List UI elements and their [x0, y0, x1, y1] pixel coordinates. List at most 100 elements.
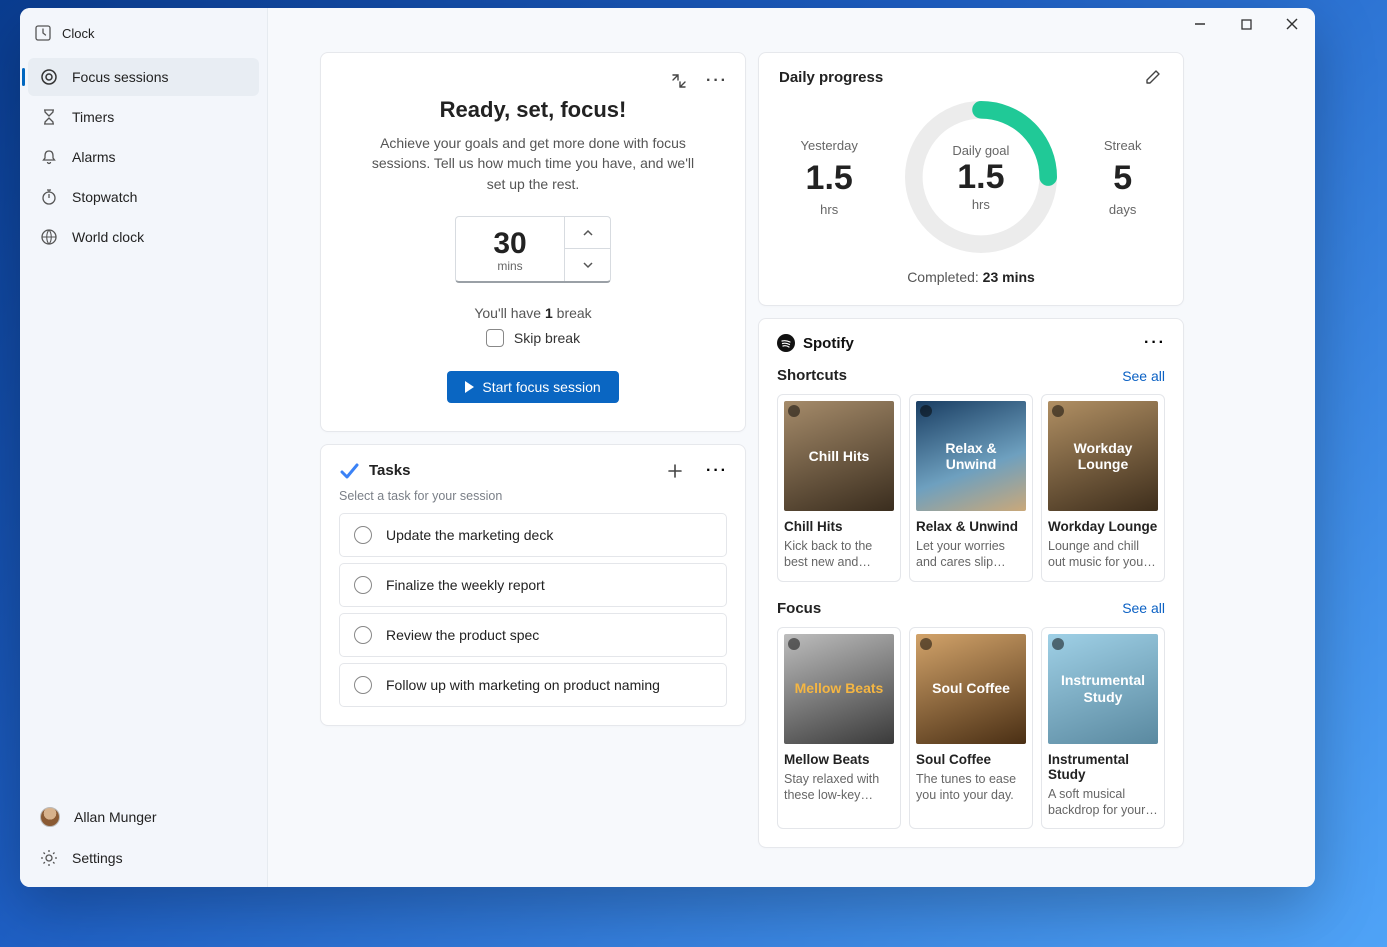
- app-window: Clock Focus sessions Timers Alarms: [20, 8, 1315, 887]
- more-icon[interactable]: ···: [707, 71, 727, 91]
- playlist-card[interactable]: Chill Hits Chill Hits Kick back to the b…: [777, 394, 901, 582]
- close-button[interactable]: [1269, 8, 1315, 40]
- playlist-card[interactable]: Instrumental Study Instrumental Study A …: [1041, 627, 1165, 830]
- maximize-button[interactable]: [1223, 8, 1269, 40]
- task-radio[interactable]: [354, 626, 372, 644]
- playlist-cover: Instrumental Study: [1048, 634, 1158, 744]
- app-title: Clock: [62, 26, 95, 41]
- app-title-row: Clock: [20, 14, 267, 52]
- daily-progress-title: Daily progress: [779, 69, 883, 86]
- start-focus-button[interactable]: Start focus session: [447, 371, 618, 403]
- user-name: Allan Munger: [74, 809, 157, 825]
- task-item[interactable]: Follow up with marketing on product nami…: [339, 663, 727, 707]
- minimize-button[interactable]: [1177, 8, 1223, 40]
- sidebar-item-label: World clock: [72, 229, 144, 245]
- sidebar-item-world-clock[interactable]: World clock: [28, 218, 259, 256]
- spotify-logo-icon: [777, 334, 795, 352]
- playlist-title: Workday Lounge: [1048, 519, 1158, 534]
- collapse-icon[interactable]: [669, 71, 689, 91]
- see-all-link[interactable]: See all: [1122, 368, 1165, 384]
- task-item[interactable]: Review the product spec: [339, 613, 727, 657]
- playlist-cover: Workday Lounge: [1048, 401, 1158, 511]
- sidebar-item-focus-sessions[interactable]: Focus sessions: [28, 58, 259, 96]
- playlist-card[interactable]: Soul Coffee Soul Coffee The tunes to eas…: [909, 627, 1033, 830]
- task-radio[interactable]: [354, 526, 372, 544]
- task-label: Finalize the weekly report: [386, 577, 545, 593]
- playlist-card[interactable]: Mellow Beats Mellow Beats Stay relaxed w…: [777, 627, 901, 830]
- spotify-more-icon[interactable]: ···: [1145, 333, 1165, 353]
- duration-unit: mins: [497, 259, 522, 273]
- stopwatch-icon: [40, 188, 58, 206]
- playlist-desc: Lounge and chill out music for your wor…: [1048, 538, 1158, 571]
- clock-app-icon: [34, 24, 52, 42]
- playlist-cover: Soul Coffee: [916, 634, 1026, 744]
- duration-stepper[interactable]: 30 mins: [455, 216, 611, 283]
- skip-break-checkbox[interactable]: [486, 329, 504, 347]
- edit-button[interactable]: [1143, 67, 1163, 87]
- play-icon: [465, 381, 474, 393]
- playlist-desc: Stay relaxed with these low-key beat…: [784, 771, 894, 804]
- tasks-more-icon[interactable]: ···: [707, 461, 727, 481]
- playlist-desc: The tunes to ease you into your day.: [916, 771, 1026, 804]
- playlist-card[interactable]: Workday Lounge Workday Lounge Lounge and…: [1041, 394, 1165, 582]
- spotify-section-title: Focus: [777, 600, 821, 617]
- gear-icon: [40, 849, 58, 867]
- progress-ring: Daily goal 1.5 hrs: [901, 97, 1061, 257]
- alarm-icon: [40, 148, 58, 166]
- focus-title: Ready, set, focus!: [339, 97, 727, 123]
- playlist-title: Instrumental Study: [1048, 752, 1158, 782]
- duration-value: 30: [493, 227, 526, 261]
- playlist-card[interactable]: Relax & Unwind Relax & Unwind Let your w…: [909, 394, 1033, 582]
- sidebar-item-alarms[interactable]: Alarms: [28, 138, 259, 176]
- playlist-title: Chill Hits: [784, 519, 894, 534]
- avatar: [40, 807, 60, 827]
- playlist-cover: Relax & Unwind: [916, 401, 1026, 511]
- spotify-card: Spotify ··· Shortcuts See all Chill Hits…: [758, 318, 1184, 848]
- sidebar-item-label: Timers: [72, 109, 114, 125]
- playlist-row-shortcuts: Chill Hits Chill Hits Kick back to the b…: [777, 394, 1165, 582]
- sidebar-footer: Allan Munger Settings: [20, 791, 267, 887]
- see-all-link[interactable]: See all: [1122, 600, 1165, 616]
- break-text: You'll have 1 break: [339, 305, 727, 321]
- start-focus-label: Start focus session: [482, 379, 600, 395]
- sidebar-item-stopwatch[interactable]: Stopwatch: [28, 178, 259, 216]
- skip-break-label: Skip break: [514, 330, 580, 346]
- increment-button[interactable]: [565, 217, 610, 250]
- sidebar-nav: Focus sessions Timers Alarms Stopwatch: [20, 52, 267, 262]
- world-clock-icon: [40, 228, 58, 246]
- stat-streak: Streak 5 days: [1104, 138, 1142, 217]
- task-item[interactable]: Update the marketing deck: [339, 513, 727, 557]
- tasks-card: Tasks ··· Select a task for your session…: [320, 444, 746, 726]
- playlist-row-focus: Mellow Beats Mellow Beats Stay relaxed w…: [777, 627, 1165, 830]
- playlist-cover: Mellow Beats: [784, 634, 894, 744]
- task-label: Review the product spec: [386, 627, 539, 643]
- add-task-button[interactable]: [665, 461, 685, 481]
- playlist-title: Mellow Beats: [784, 752, 894, 767]
- focus-subtitle: Achieve your goals and get more done wit…: [339, 133, 727, 194]
- tasks-icon: [339, 461, 359, 481]
- task-radio[interactable]: [354, 676, 372, 694]
- spotify-section-title: Shortcuts: [777, 367, 847, 384]
- sidebar-item-label: Focus sessions: [72, 69, 168, 85]
- task-radio[interactable]: [354, 576, 372, 594]
- user-account-item[interactable]: Allan Munger: [28, 797, 259, 837]
- focus-sessions-icon: [40, 68, 58, 86]
- sidebar-item-label: Stopwatch: [72, 189, 137, 205]
- daily-progress-card: Daily progress Yesterday 1.5 hrs: [758, 52, 1184, 306]
- task-item[interactable]: Finalize the weekly report: [339, 563, 727, 607]
- sidebar-item-timers[interactable]: Timers: [28, 98, 259, 136]
- playlist-title: Relax & Unwind: [916, 519, 1026, 534]
- playlist-desc: A soft musical backdrop for your …: [1048, 786, 1158, 819]
- titlebar-controls: [1177, 8, 1315, 40]
- settings-label: Settings: [72, 850, 123, 866]
- settings-item[interactable]: Settings: [28, 839, 259, 877]
- sidebar: Clock Focus sessions Timers Alarms: [20, 8, 268, 887]
- tasks-hint: Select a task for your session: [339, 489, 727, 503]
- decrement-button[interactable]: [565, 249, 610, 281]
- stat-yesterday: Yesterday 1.5 hrs: [801, 138, 858, 217]
- focus-session-card: ··· Ready, set, focus! Achieve your goal…: [320, 52, 746, 432]
- task-list: Update the marketing deck Finalize the w…: [339, 513, 727, 707]
- completed-text: Completed: 23 mins: [779, 269, 1163, 285]
- playlist-desc: Let your worries and cares slip away.: [916, 538, 1026, 571]
- spotify-brand: Spotify: [777, 334, 854, 352]
